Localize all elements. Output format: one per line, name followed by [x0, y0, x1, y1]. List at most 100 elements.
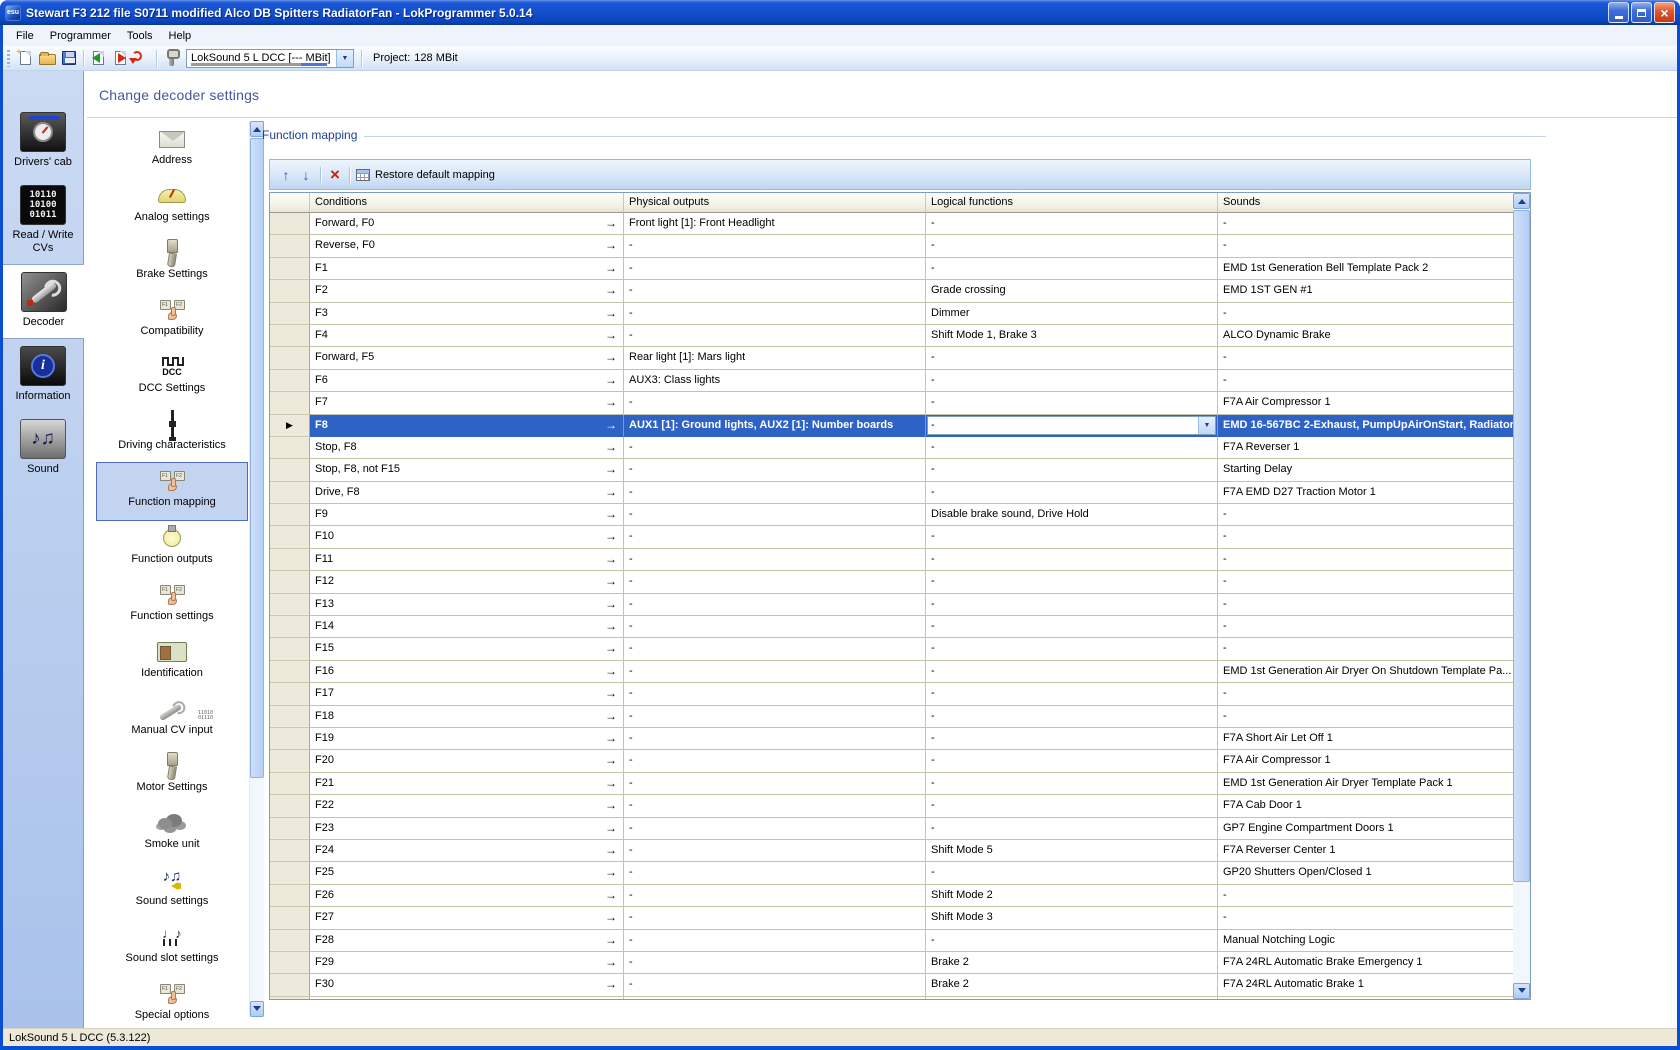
row-selector[interactable] [270, 280, 310, 302]
table-row[interactable]: F1→--EMD 1st Generation Bell Template Pa… [270, 258, 1513, 280]
cell-conditions[interactable]: F9→ [310, 504, 624, 526]
row-selector[interactable] [270, 504, 310, 526]
nav-item-sound-settings[interactable]: ♪♫Sound settings [97, 862, 247, 919]
cell-logical-functions[interactable]: - [926, 683, 1218, 705]
cell-conditions[interactable]: F15→ [310, 638, 624, 660]
cell-sounds[interactable]: F7A Cab Door 1 [1218, 795, 1513, 817]
table-row[interactable]: Reverse, F0→--- [270, 235, 1513, 257]
cell-sounds[interactable]: F7A Reverser 1 [1218, 437, 1513, 459]
restore-default-mapping-button[interactable]: Restore default mapping [354, 165, 497, 185]
cell-physical-outputs[interactable]: - [624, 706, 926, 728]
cell-physical-outputs[interactable]: - [624, 594, 926, 616]
row-selector[interactable] [270, 616, 310, 638]
cell-conditions[interactable]: F28→ [310, 930, 624, 952]
row-selector[interactable] [270, 930, 310, 952]
update-decoder-button[interactable] [131, 48, 153, 69]
nav-item-manual-cv-input[interactable]: 1101001110Manual CV input [97, 691, 247, 748]
cell-sounds[interactable]: - [1218, 504, 1513, 526]
table-row[interactable]: F4→-Shift Mode 1, Brake 3ALCO Dynamic Br… [270, 325, 1513, 347]
cell-logical-functions[interactable]: - [926, 616, 1218, 638]
sidebar-item-decoder[interactable]: Decoder [3, 264, 84, 339]
cell-logical-functions[interactable]: - [926, 347, 1218, 369]
nav-item-special-options[interactable]: F1F2Special options [97, 976, 247, 1028]
cell-logical-functions[interactable]: - [926, 930, 1218, 952]
cell-conditions[interactable]: F17→ [310, 683, 624, 705]
row-selector[interactable] [270, 795, 310, 817]
cell-sounds[interactable]: - [1218, 907, 1513, 929]
nav-item-smoke-unit[interactable]: Smoke unit [97, 805, 247, 862]
cell-logical-functions[interactable]: Disable brake sound, Drive Hold [926, 504, 1218, 526]
cell-sounds[interactable]: EMD 1ST GEN #1 [1218, 280, 1513, 302]
programmer-connection-button[interactable] [160, 48, 182, 69]
row-selector[interactable] [270, 594, 310, 616]
row-selector[interactable] [270, 840, 310, 862]
row-selector[interactable] [270, 862, 310, 884]
row-selector[interactable] [270, 706, 310, 728]
cell-logical-functions[interactable]: Shift Mode 2 [926, 885, 1218, 907]
header-row-selector[interactable] [270, 193, 310, 213]
scrollbar-thumb[interactable] [1513, 210, 1530, 882]
cell-logical-functions[interactable]: - [926, 818, 1218, 840]
table-row[interactable]: F10→--- [270, 526, 1513, 548]
row-selector[interactable]: ▶ [270, 415, 310, 437]
cell-sounds[interactable]: - [1218, 706, 1513, 728]
cell-sounds[interactable]: Starting Delay [1218, 459, 1513, 481]
cell-conditions[interactable]: F12→ [310, 571, 624, 593]
cell-logical-functions[interactable]: - [926, 392, 1218, 414]
cell-physical-outputs[interactable]: AUX1 [1]: Ground lights, AUX2 [1]: Numbe… [624, 415, 926, 437]
cell-conditions[interactable]: Stop, F8→ [310, 437, 624, 459]
cell-physical-outputs[interactable]: - [624, 885, 926, 907]
cell-sounds[interactable]: F7A Air Compressor 1 [1218, 750, 1513, 772]
cell-conditions[interactable]: F1→ [310, 258, 624, 280]
cell-conditions[interactable]: F11→ [310, 549, 624, 571]
cell-sounds[interactable]: F7A 24RL Automatic Brake Emergency 1 [1218, 952, 1513, 974]
row-selector[interactable] [270, 526, 310, 548]
nav-item-driving-characteristics[interactable]: Driving characteristics [97, 406, 247, 463]
new-file-button[interactable] [14, 48, 36, 69]
cell-sounds[interactable]: - [1218, 370, 1513, 392]
cell-logical-functions[interactable]: - [926, 549, 1218, 571]
cell-logical-functions[interactable]: - [926, 638, 1218, 660]
cell-logical-functions[interactable]: - [926, 258, 1218, 280]
cell-conditions[interactable]: F26→ [310, 885, 624, 907]
cell-physical-outputs[interactable]: AUX3: Class lights [624, 370, 926, 392]
table-row[interactable]: F16→--EMD 1st Generation Air Dryer On Sh… [270, 661, 1513, 683]
nav-item-sound-slot-settings[interactable]: ♩♪Sound slot settings [97, 919, 247, 976]
table-row[interactable]: Forward, F5→Rear light [1]: Mars light-- [270, 347, 1513, 369]
row-selector[interactable] [270, 773, 310, 795]
table-scrollbar[interactable] [1513, 193, 1530, 999]
logical-functions-combobox[interactable]: -▼ [927, 416, 1216, 435]
cell-conditions[interactable]: F3→ [310, 303, 624, 325]
cell-conditions[interactable]: F6→ [310, 370, 624, 392]
row-selector[interactable] [270, 459, 310, 481]
row-selector[interactable] [270, 370, 310, 392]
menu-item-help[interactable]: Help [161, 27, 200, 45]
cell-sounds[interactable]: F7A 24RL Automatic Brake 1 [1218, 974, 1513, 996]
cell-sounds[interactable]: GP20 Shutters Open/Closed 1 [1218, 862, 1513, 884]
row-selector[interactable] [270, 683, 310, 705]
close-button[interactable]: × [1654, 2, 1675, 23]
cell-physical-outputs[interactable]: - [624, 392, 926, 414]
column-header-logical-functions[interactable]: Logical functions [926, 193, 1218, 213]
row-selector[interactable] [270, 907, 310, 929]
cell-logical-functions[interactable]: - [926, 795, 1218, 817]
cell-sounds[interactable]: - [1218, 638, 1513, 660]
cell-logical-functions[interactable]: Grade crossing [926, 280, 1218, 302]
cell-sounds[interactable]: - [1218, 885, 1513, 907]
table-row[interactable]: Stop, F8→--F7A Reverser 1 [270, 437, 1513, 459]
cell-physical-outputs[interactable]: - [624, 728, 926, 750]
toolbar-grip[interactable] [7, 50, 10, 67]
cell-conditions[interactable]: Drive, F8→ [310, 482, 624, 504]
cell-conditions[interactable]: F19→ [310, 728, 624, 750]
cell-conditions[interactable]: F8→ [310, 415, 624, 437]
cell-logical-functions[interactable]: - [926, 482, 1218, 504]
cell-conditions[interactable]: F10→ [310, 526, 624, 548]
cell-conditions[interactable]: F13→ [310, 594, 624, 616]
cell-logical-functions[interactable]: Shift Mode 3 [926, 907, 1218, 929]
table-row[interactable]: F15→--- [270, 638, 1513, 660]
cell-sounds[interactable]: F7A Short Air Let Off 1 [1218, 728, 1513, 750]
cell-sounds[interactable]: - [1218, 683, 1513, 705]
cell-conditions[interactable]: F18→ [310, 706, 624, 728]
table-row[interactable]: F6→AUX3: Class lights-- [270, 370, 1513, 392]
cell-physical-outputs[interactable]: - [624, 862, 926, 884]
